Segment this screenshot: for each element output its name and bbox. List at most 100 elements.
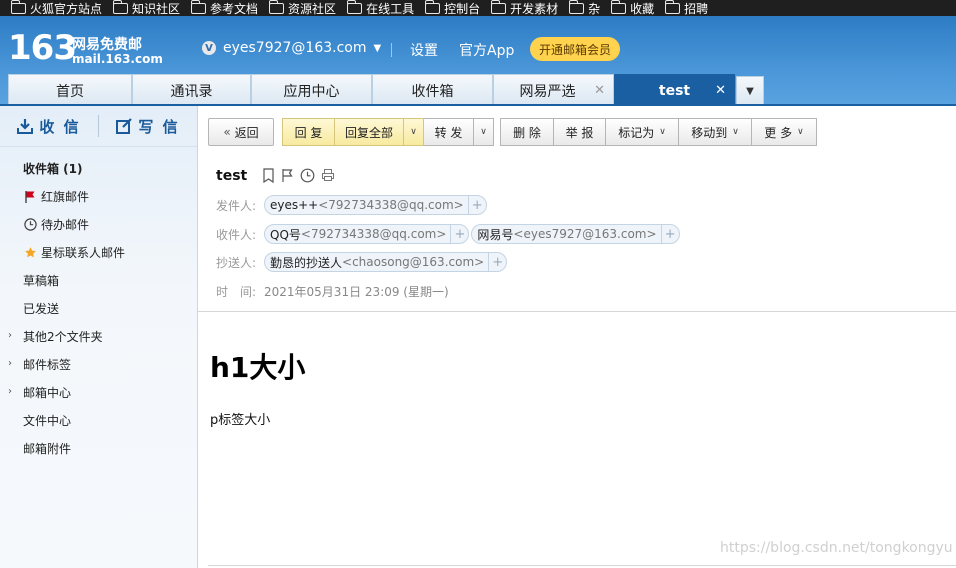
header-separator (391, 43, 392, 57)
user-email: eyes7927@163.com (223, 40, 367, 56)
header-divider (198, 311, 956, 312)
cc-row: 抄送人: 勤恳的抄送人 <chaosong@163.com> + (216, 251, 509, 273)
report-button[interactable]: 举 报 (554, 118, 606, 146)
vip-button[interactable]: 开通邮箱会员 (530, 37, 620, 61)
watermark: https://blog.csdn.net/tongkongyu (720, 540, 953, 556)
bookmark-icon[interactable] (262, 168, 275, 183)
reply-button[interactable]: 回 复 (282, 118, 335, 146)
reply-dropdown[interactable]: ∨ (404, 118, 424, 146)
folder-todo[interactable]: 待办邮件 (0, 210, 197, 238)
clock-icon (23, 217, 37, 231)
bookmark-item[interactable]: 收藏 (610, 0, 654, 16)
print-icon[interactable] (321, 168, 335, 183)
logo-163[interactable]: 163 (8, 30, 77, 66)
settings-link[interactable]: 设置 (410, 40, 438, 60)
cc-chip[interactable]: 勤恳的抄送人 <chaosong@163.com> + (264, 252, 508, 272)
vip-level-icon: V (202, 41, 216, 55)
folder-icon (610, 0, 627, 14)
folder-starred-contacts[interactable]: 星标联系人邮件 (0, 238, 197, 266)
back-button[interactable]: «返回 (208, 118, 274, 146)
bookmark-item[interactable]: 开发素材 (490, 0, 558, 16)
folder-flagged[interactable]: 红旗邮件 (0, 182, 197, 210)
clock-icon[interactable] (300, 168, 315, 183)
folder-sent[interactable]: 已发送 (0, 294, 197, 322)
folder-icon (268, 0, 285, 14)
forward-button[interactable]: 转 发 (424, 118, 474, 146)
tab-more-button[interactable]: ▼ (736, 76, 764, 106)
move-to-button[interactable]: 移动到 ∨ (679, 118, 752, 146)
chevron-down-icon: ∨ (480, 127, 487, 137)
flag-icon[interactable] (281, 168, 294, 183)
tab-inbox[interactable]: 收件箱 (372, 74, 493, 106)
reply-all-button[interactable]: 回复全部 (335, 118, 404, 146)
folder-icon (190, 0, 207, 14)
bookmark-item[interactable]: 火狐官方站点 (10, 0, 102, 16)
red-flag-icon (23, 190, 37, 203)
add-contact-icon[interactable]: + (467, 196, 486, 214)
add-contact-icon[interactable]: + (488, 253, 506, 271)
chevron-down-icon: ∨ (659, 127, 666, 137)
folder-other[interactable]: › 其他2个文件夹 (0, 322, 197, 350)
add-contact-icon[interactable]: + (660, 225, 679, 243)
chevron-right-icon[interactable]: › (8, 386, 12, 397)
folder-mail-center[interactable]: › 邮箱中心 (0, 378, 197, 406)
bookmark-item[interactable]: 知识社区 (112, 0, 180, 16)
folder-tags[interactable]: › 邮件标签 (0, 350, 197, 378)
bookmark-item[interactable]: 招聘 (664, 0, 708, 16)
recipient-chip[interactable]: QQ号 <792734338@qq.com> + (264, 224, 470, 244)
chevron-right-icon[interactable]: › (8, 358, 12, 369)
tab-contacts[interactable]: 通讯录 (132, 74, 251, 106)
delete-button[interactable]: 删 除 (500, 118, 554, 146)
tab-app-center[interactable]: 应用中心 (251, 74, 372, 106)
compose-separator (0, 146, 197, 147)
tab-test[interactable]: test ✕ (614, 74, 735, 106)
bookmark-item[interactable]: 控制台 (424, 0, 480, 16)
folder-drafts[interactable]: 草稿箱 (0, 266, 197, 294)
chevron-down-icon: ▼ (746, 85, 754, 97)
cc-label: 抄送人: (216, 255, 257, 270)
user-menu[interactable]: V eyes7927@163.com ▼ (202, 40, 381, 56)
bookmark-item[interactable]: 在线工具 (346, 0, 414, 16)
folder-inbox[interactable]: 收件箱 (1) (0, 154, 197, 182)
mail-toolbar: «返回 回 复 回复全部 ∨ 转 发 ∨ 删 除 举 报 标记为 ∨ 移动到 ∨ 更… (208, 118, 817, 146)
logo-domain: mail.163.com (72, 52, 163, 66)
folder-icon (424, 0, 441, 14)
folder-icon (112, 0, 129, 14)
sidebar: 收 信 写 信 收件箱 (1) 红旗邮件 待办邮件 星标联系人邮件 草稿箱 已发… (0, 106, 198, 568)
body-heading: h1大小 (210, 351, 306, 384)
chevron-right-icon[interactable]: › (8, 330, 12, 341)
forward-dropdown[interactable]: ∨ (474, 118, 494, 146)
star-icon (23, 246, 37, 259)
write-button[interactable]: 写 信 (99, 106, 197, 146)
more-button[interactable]: 更 多 ∨ (752, 118, 817, 146)
bookmark-item[interactable]: 杂 (568, 0, 600, 16)
sender-chip[interactable]: eyes++ <792734338@qq.com> + (264, 195, 487, 215)
close-icon[interactable]: ✕ (715, 83, 726, 98)
time-value: 2021年05月31日 23:09 (星期一) (264, 284, 449, 299)
bookmark-item[interactable]: 参考文档 (190, 0, 258, 16)
tab-home[interactable]: 首页 (8, 74, 132, 106)
tab-yanxuan[interactable]: 网易严选 ✕ (493, 74, 614, 106)
tab-bar: 首页 通讯录 应用中心 收件箱 网易严选 ✕ test ✕ ▼ (0, 74, 956, 106)
folder-file-center[interactable]: 文件中心 (0, 406, 197, 434)
to-row: 收件人: QQ号 <792734338@qq.com> + 网易号 <eyes7927… (216, 223, 682, 245)
recipient-chip[interactable]: 网易号 <eyes7927@163.com> + (471, 224, 680, 244)
folder-icon (664, 0, 681, 14)
official-app-link[interactable]: 官方App (459, 40, 514, 60)
mark-as-button[interactable]: 标记为 ∨ (606, 118, 679, 146)
time-row: 时 间: 2021年05月31日 23:09 (星期一) (216, 280, 449, 302)
chevron-down-icon: ∨ (410, 127, 417, 137)
close-icon[interactable]: ✕ (594, 83, 605, 98)
folder-list: 收件箱 (1) 红旗邮件 待办邮件 星标联系人邮件 草稿箱 已发送 › 其他2个文… (0, 154, 197, 462)
compose-row: 收 信 写 信 (0, 106, 197, 146)
bookmark-item[interactable]: 资源社区 (268, 0, 336, 16)
to-label: 收件人: (216, 227, 257, 242)
from-row: 发件人: eyes++ <792734338@qq.com> + (216, 194, 489, 216)
receive-button[interactable]: 收 信 (0, 106, 98, 146)
folder-attachments[interactable]: 邮箱附件 (0, 434, 197, 462)
body-paragraph: p标签大小 (210, 413, 271, 428)
add-contact-icon[interactable]: + (450, 225, 468, 243)
folder-icon (10, 0, 26, 14)
bookmarks-bar: 火狐官方站点 知识社区 参考文档 资源社区 在线工具 控制台 开发素材 杂 收藏… (0, 0, 956, 16)
folder-icon (346, 0, 363, 14)
